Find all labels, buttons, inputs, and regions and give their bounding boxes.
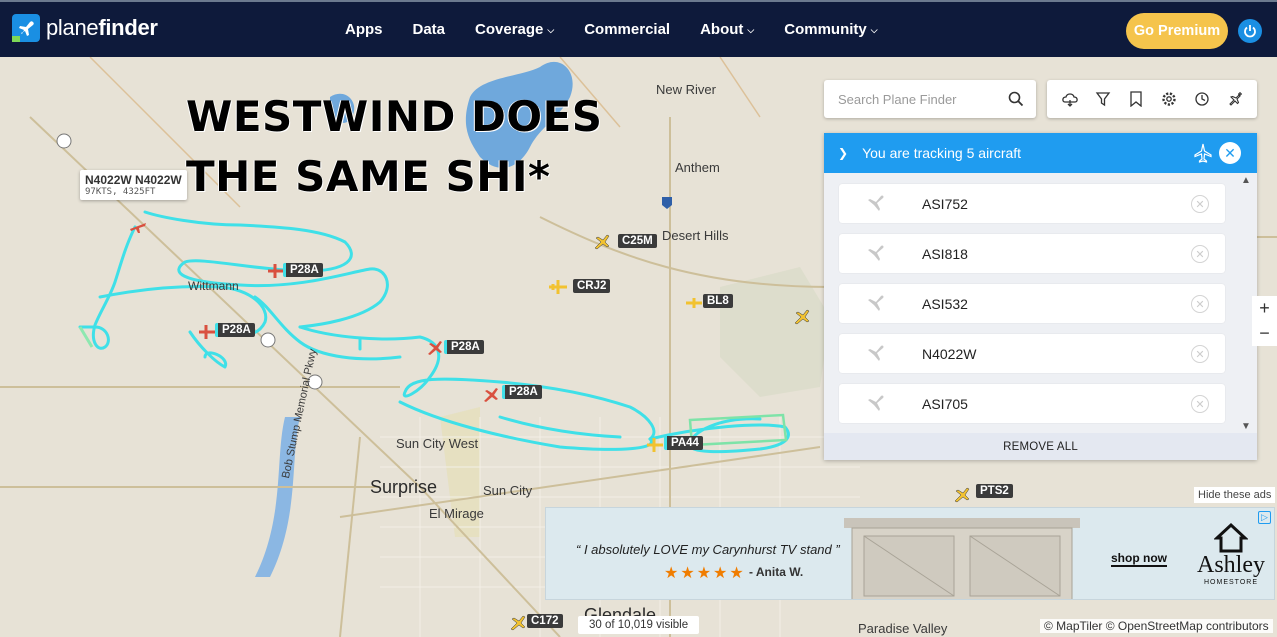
aircraft-tag[interactable]: C25M [618,234,657,248]
plane-icon [867,245,884,262]
tracked-aircraft-row[interactable]: ASI532 ✕ [839,284,1225,323]
panel-scrollbar[interactable]: ▲ ▼ [1239,175,1253,433]
place-label: Surprise [370,477,438,497]
top-nav: planefinder Apps Data Coverage ⌵ Commerci… [0,0,1277,57]
yellow-plane-icon[interactable] [508,613,528,633]
zoom-control: + − [1252,296,1277,346]
remove-aircraft-icon[interactable]: ✕ [1191,295,1209,313]
visible-aircraft-count: 30 of 10,019 visible [578,616,700,634]
place-label: New River [656,82,716,97]
aircraft-tag[interactable]: PTS2 [976,484,1013,498]
place-label: Anthem [675,160,720,175]
plane-icon [867,295,884,312]
aircraft-tag[interactable]: PA44 [664,436,703,450]
bookmark-icon[interactable] [1126,89,1146,109]
place-label: Paradise Valley [858,621,948,636]
yellow-plane-icon[interactable] [684,293,704,313]
nav-data[interactable]: Data [413,21,446,38]
zoom-out-button[interactable]: − [1252,321,1277,346]
selected-aircraft-popup[interactable]: N4022W N4022W 97KTS, 4325FT [80,170,187,200]
main-menu: Apps Data Coverage ⌵ Commercial About ⌵ Co… [345,2,908,57]
remove-all-button[interactable]: REMOVE ALL [824,433,1257,460]
ad-author: - Anita W. [749,565,804,579]
ad-quote: “ I absolutely LOVE my Carynhurst TV sta… [576,542,840,557]
nav-community[interactable]: Community ⌵ [784,21,877,38]
tracked-aircraft-row[interactable]: N4022W ✕ [839,334,1225,373]
planefinder-logo-icon [12,14,40,42]
tracked-plane-icon [1194,143,1212,163]
search-box [824,80,1036,118]
chevron-down-icon: ⌵ [870,25,878,35]
nav-about[interactable]: About ⌵ [700,21,754,38]
nav-commercial[interactable]: Commercial [584,21,670,38]
aircraft-tag[interactable]: BL8 [703,294,733,308]
red-plane-icon[interactable] [128,217,148,237]
aircraft-tag[interactable]: P28A [283,263,323,277]
history-icon[interactable] [1192,89,1212,109]
tracked-aircraft-row[interactable]: ASI705 ✕ [839,384,1225,423]
house-logo-icon [1214,522,1248,553]
place-label: Desert Hills [662,228,729,243]
logo[interactable]: planefinder [12,14,158,42]
tracked-aircraft-row[interactable]: ASI818 ✕ [839,234,1225,273]
aircraft-tag[interactable]: C172 [527,614,563,628]
tracked-aircraft-list: ASI752 ✕ ASI818 ✕ ASI532 ✕ N4022W ✕ ASI7… [839,184,1225,434]
aircraft-tag[interactable]: P28A [502,385,542,399]
yellow-plane-icon[interactable] [792,307,812,327]
tracking-header[interactable]: ❯ You are tracking 5 aircraft ✕ [824,133,1257,173]
map-attribution[interactable]: © MapTiler © OpenStreetMap contributors [1040,619,1273,633]
place-label: Sun City West [396,436,479,451]
overlay-caption: WESTWIND DOES THE SAME SHI* [186,92,603,201]
remove-aircraft-icon[interactable]: ✕ [1191,245,1209,263]
hide-ads-link[interactable]: Hide these ads [1194,487,1276,503]
settings-icon[interactable] [1159,89,1179,109]
place-label: El Mirage [429,506,484,521]
go-premium-button[interactable]: Go Premium [1126,13,1228,49]
ad-rating-stars: ★★★★★ [664,565,746,582]
advertisement-banner[interactable]: “ I absolutely LOVE my Carynhurst TV sta… [545,507,1275,600]
plane-icon [867,195,884,212]
close-tracking-button[interactable]: ✕ [1219,142,1241,164]
plane-icon [867,395,884,412]
ashley-logo: Ashley HOMESTORE [1194,522,1268,586]
scroll-down-icon[interactable]: ▼ [1239,421,1253,433]
tv-stand-image [844,518,1080,599]
search-input[interactable] [838,80,1008,118]
map-toolbar [1047,80,1257,118]
remove-aircraft-icon[interactable]: ✕ [1191,345,1209,363]
add-aircraft-icon[interactable] [1225,89,1245,109]
logo-text: planefinder [46,15,158,40]
filter-icon[interactable] [1093,89,1113,109]
place-label: Sun City [483,483,533,498]
plane-icon [867,345,884,362]
aircraft-tag[interactable]: CRJ2 [573,279,611,293]
aircraft-tag[interactable]: P28A [444,340,484,354]
tracking-title: You are tracking 5 aircraft [862,145,1022,161]
remove-aircraft-icon[interactable]: ✕ [1191,195,1209,213]
zoom-in-button[interactable]: + [1252,296,1277,321]
tracked-aircraft-row[interactable]: ASI752 ✕ [839,184,1225,223]
scroll-up-icon[interactable]: ▲ [1239,175,1253,187]
tracking-panel: ❯ You are tracking 5 aircraft ✕ ASI752 ✕… [824,133,1257,460]
red-plane-icon[interactable] [481,385,501,405]
red-plane-icon[interactable] [425,338,445,358]
yellow-plane-icon[interactable] [548,277,568,297]
nav-coverage[interactable]: Coverage ⌵ [475,21,554,38]
aircraft-tag[interactable]: P28A [215,323,255,337]
search-icon[interactable] [1008,91,1024,107]
weather-icon[interactable] [1060,89,1080,109]
chevron-down-icon: ⌵ [747,25,755,35]
red-plane-icon[interactable] [197,322,217,342]
chevron-down-icon: ⌵ [547,25,555,35]
yellow-plane-icon[interactable] [592,232,612,252]
shop-now-link[interactable]: shop now [1111,551,1167,567]
nav-apps[interactable]: Apps [345,21,383,38]
collapse-chevron-icon[interactable]: ❯ [838,146,848,160]
place-label: Wittmann [188,279,239,293]
account-power-icon[interactable] [1238,19,1262,43]
ad-info-icon[interactable]: ▷ [1258,511,1271,524]
yellow-plane-icon[interactable] [952,485,972,505]
remove-aircraft-icon[interactable]: ✕ [1191,395,1209,413]
yellow-plane-icon[interactable] [645,435,665,455]
